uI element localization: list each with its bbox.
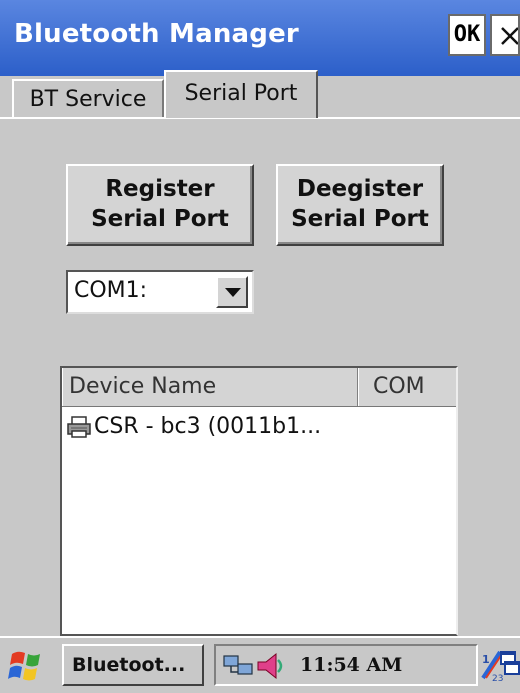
windows-flag-icon [8, 651, 40, 681]
ok-button[interactable]: OK [448, 14, 486, 56]
printer-icon [67, 416, 91, 438]
taskbar: Bluetoot... 11:54 AM 1 23 [0, 636, 520, 693]
device-name: CSR - bc3 (0011b1... [94, 414, 322, 439]
close-button[interactable] [490, 14, 520, 56]
register-button-line2: Serial Port [91, 206, 229, 232]
clock[interactable]: 11:54 AM [300, 654, 402, 676]
device-list[interactable]: Device Name COM CSR - bc3 (0011b1... [60, 366, 458, 636]
tab-bt-service[interactable]: BT Service [12, 79, 164, 117]
list-header: Device Name COM [62, 368, 456, 407]
register-button-line1: Register [105, 176, 215, 202]
deregister-button-line1: Deegister [296, 176, 424, 202]
speaker-icon[interactable] [254, 650, 288, 682]
title-bar: Bluetooth Manager OK [0, 0, 520, 76]
list-item[interactable]: CSR - bc3 (0011b1... [66, 414, 321, 448]
window-title: Bluetooth Manager [14, 19, 299, 49]
window-switch-icon[interactable] [500, 650, 520, 682]
system-tray: 11:54 AM [214, 644, 478, 686]
deregister-serial-port-button[interactable]: Deegister Serial Port [276, 164, 444, 246]
network-icon[interactable] [222, 652, 256, 680]
close-icon [501, 27, 518, 45]
deregister-button-line2: Serial Port [291, 206, 429, 232]
svg-text:1: 1 [482, 653, 490, 666]
com-port-value: COM1: [74, 278, 148, 303]
com-port-select[interactable]: COM1: [66, 270, 254, 314]
start-button[interactable] [6, 646, 52, 686]
taskbar-app-button[interactable]: Bluetoot... [62, 644, 204, 686]
column-com[interactable]: COM [358, 368, 456, 406]
register-serial-port-button[interactable]: Register Serial Port [66, 164, 254, 246]
chevron-down-icon[interactable] [216, 276, 248, 308]
tab-serial-port[interactable]: Serial Port [164, 70, 318, 118]
column-device-name[interactable]: Device Name [62, 368, 358, 406]
